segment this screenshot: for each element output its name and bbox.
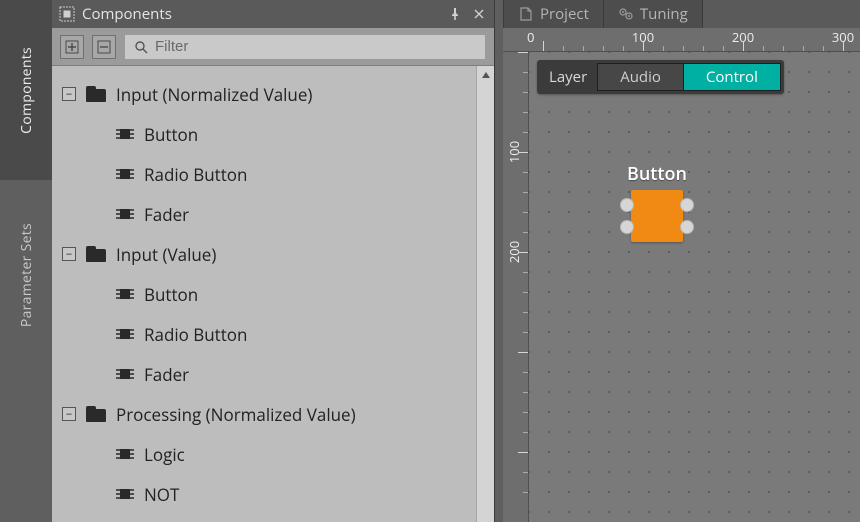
chip-icon	[116, 206, 134, 222]
chip-icon	[116, 366, 134, 382]
filter-field[interactable]	[124, 34, 486, 60]
filter-input[interactable]	[155, 38, 477, 55]
collapse-toggle[interactable]: −	[62, 407, 76, 421]
pin-icon[interactable]	[446, 5, 464, 23]
tree-item-label: NOT	[144, 483, 179, 506]
collapse-all-button[interactable]	[92, 35, 116, 59]
ruler-vertical: 100 200	[503, 52, 529, 522]
chip-icon	[116, 126, 134, 142]
chip-icon	[116, 286, 134, 302]
tree-group-label: Input (Normalized Value)	[116, 83, 312, 106]
tree-group-label: Input (Value)	[116, 243, 216, 266]
node-title: Button	[627, 162, 687, 186]
close-icon[interactable]	[470, 5, 488, 23]
node-port[interactable]	[680, 198, 694, 212]
gears-icon	[618, 6, 634, 22]
side-tab-components[interactable]: Components	[0, 0, 52, 180]
tree-item-label: Button	[144, 123, 198, 146]
ruler-horizontal: 0 100 200 300	[503, 28, 860, 52]
layer-audio-button[interactable]: Audio	[597, 63, 684, 91]
expand-all-button[interactable]	[60, 35, 84, 59]
tab-tuning[interactable]: Tuning	[604, 0, 703, 28]
ruler-label: 0	[527, 28, 534, 46]
collapse-toggle[interactable]: −	[62, 247, 76, 261]
panel-splitter[interactable]	[495, 0, 503, 522]
canvas-node-button[interactable]: Button	[627, 162, 687, 242]
tree-item[interactable]: Fader	[56, 354, 476, 394]
canvas-body: 100 200 Layer Audio Control Button	[503, 52, 860, 522]
scroll-up-icon[interactable]	[477, 66, 494, 84]
side-tabs: Components Parameter Sets	[0, 0, 52, 522]
editor-tabs: Project Tuning	[503, 0, 860, 28]
search-icon	[133, 39, 149, 55]
tree-item-label: Fader	[144, 203, 189, 226]
tree-item-label: Button	[144, 283, 198, 306]
chip-icon	[116, 326, 134, 342]
component-tree: − Input (Normalized Value) Button Radio …	[52, 66, 476, 522]
node-body[interactable]	[631, 190, 683, 242]
tree-group[interactable]: − Processing (Normalized Value)	[56, 394, 476, 434]
tree-scrollbar[interactable]	[476, 66, 494, 522]
panel-title: Components	[82, 4, 440, 24]
side-tab-parameter-sets[interactable]: Parameter Sets	[0, 180, 52, 370]
chip-icon	[116, 166, 134, 182]
chip-icon	[116, 486, 134, 502]
node-port[interactable]	[620, 198, 634, 212]
node-port[interactable]	[620, 220, 634, 234]
tree-item[interactable]: Button	[56, 114, 476, 154]
canvas-grid[interactable]	[529, 52, 860, 522]
layer-label: Layer	[549, 67, 587, 87]
tree-group[interactable]: − Input (Value)	[56, 234, 476, 274]
tree-item[interactable]: Fader	[56, 194, 476, 234]
folder-icon	[86, 86, 106, 102]
tree-item[interactable]: Button	[56, 274, 476, 314]
tree-item[interactable]: NOT	[56, 474, 476, 514]
panel-header: Components	[52, 0, 494, 28]
tree-item[interactable]: Radio Button	[56, 314, 476, 354]
tab-project[interactable]: Project	[503, 0, 604, 28]
tree-wrap: − Input (Normalized Value) Button Radio …	[52, 66, 494, 522]
layer-control-button[interactable]: Control	[684, 63, 781, 91]
components-icon	[58, 5, 76, 23]
tree-item[interactable]: Logic	[56, 434, 476, 474]
tree-group[interactable]: − Input (Normalized Value)	[56, 74, 476, 114]
folder-icon	[86, 406, 106, 422]
collapse-toggle[interactable]: −	[62, 87, 76, 101]
layer-switcher: Layer Audio Control	[537, 60, 784, 94]
tree-item[interactable]: Radio Button	[56, 154, 476, 194]
tree-item-label: Radio Button	[144, 323, 247, 346]
tree-item-label: Logic	[144, 443, 185, 466]
chip-icon	[116, 446, 134, 462]
tab-label: Project	[540, 4, 589, 24]
components-panel: Components − Input (Normalized Va	[52, 0, 495, 522]
tree-item-label: Radio Button	[144, 163, 247, 186]
node-port[interactable]	[680, 220, 694, 234]
canvas-area: Project Tuning 0 100 200 300 100 200	[503, 0, 860, 522]
tree-group-label: Processing (Normalized Value)	[116, 403, 356, 426]
tab-label: Tuning	[640, 4, 688, 24]
folder-icon	[86, 246, 106, 262]
tree-item-label: Fader	[144, 363, 189, 386]
panel-toolbar	[52, 28, 494, 66]
document-icon	[518, 6, 534, 22]
